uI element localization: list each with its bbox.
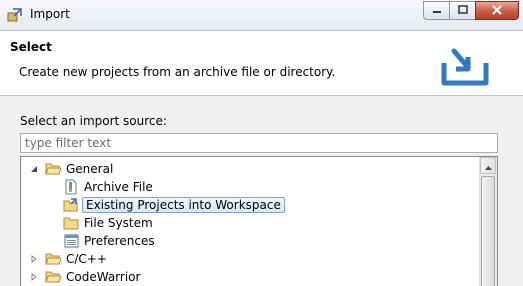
- maximize-icon: [457, 4, 468, 18]
- eclipse-import-icon: [7, 7, 23, 23]
- tree-item-preferences[interactable]: Preferences: [63, 232, 157, 250]
- tree-item-label: General: [66, 162, 114, 176]
- vertical-scrollbar[interactable]: [479, 157, 497, 286]
- tree-item-archive-file[interactable]: Archive File: [63, 178, 155, 196]
- tree-item-file-system[interactable]: File System: [63, 214, 155, 232]
- scroll-up-arrow-icon: [484, 159, 492, 173]
- preferences-icon: [63, 233, 79, 249]
- tree-item-c-cpp[interactable]: C/C++: [29, 250, 109, 268]
- tree-item-label: CodeWarrior: [66, 270, 141, 284]
- tree-item-label: File System: [84, 216, 153, 230]
- filter-input[interactable]: [20, 133, 498, 153]
- folder-icon: [63, 215, 79, 231]
- folder-icon: [45, 251, 61, 267]
- import-source-tree[interactable]: General Archive File Existing Projects i…: [20, 156, 498, 286]
- window-title: Import: [30, 7, 70, 21]
- wizard-header: Select Create new projects from an archi…: [0, 31, 523, 96]
- title-bar[interactable]: Import: [0, 0, 523, 31]
- tree-item-label: Preferences: [84, 234, 155, 248]
- caption-buttons: [423, 1, 519, 20]
- folder-open-icon: [45, 161, 61, 177]
- close-icon: [491, 4, 503, 18]
- import-dialog: Import Select Create new projects from a…: [0, 0, 523, 286]
- existing-projects-icon: [63, 197, 79, 213]
- scroll-up-button[interactable]: [480, 157, 496, 174]
- tree-item-label: Archive File: [84, 180, 153, 194]
- tree-item-label: Existing Projects into Workspace: [82, 197, 285, 213]
- tree-item-general[interactable]: General: [29, 160, 115, 178]
- page-title: Select: [10, 40, 52, 54]
- expand-triangle-icon[interactable]: [29, 254, 39, 264]
- expand-triangle-icon[interactable]: [29, 272, 39, 282]
- minimize-button[interactable]: [423, 1, 449, 20]
- tree-item-codewarrior[interactable]: CodeWarrior: [29, 268, 142, 286]
- tree-item-label: C/C++: [66, 252, 107, 266]
- import-wizard-banner-icon: [440, 47, 490, 87]
- collapse-triangle-icon[interactable]: [29, 164, 39, 174]
- scrollbar-thumb[interactable]: [481, 176, 495, 286]
- page-description: Create new projects from an archive file…: [19, 65, 336, 79]
- archive-file-icon: [63, 179, 79, 195]
- tree-item-existing-projects[interactable]: Existing Projects into Workspace: [63, 196, 285, 214]
- folder-icon: [45, 269, 61, 285]
- maximize-button[interactable]: [449, 1, 475, 20]
- close-button[interactable]: [475, 1, 519, 20]
- import-source-label: Select an import source:: [20, 114, 167, 128]
- minimize-icon: [432, 4, 442, 18]
